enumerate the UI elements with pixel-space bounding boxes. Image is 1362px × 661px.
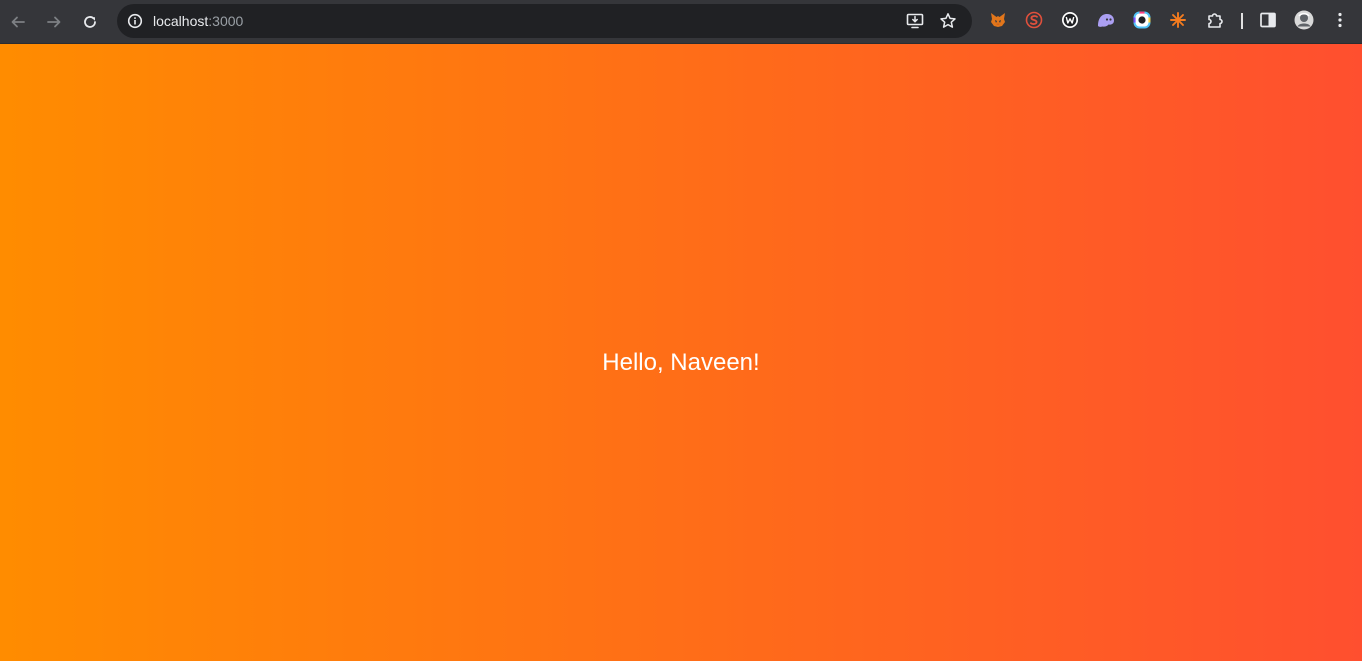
page-content: Hello, Naveen!	[0, 44, 1362, 661]
metamask-fox-icon	[991, 13, 1005, 27]
extensions-button[interactable]	[1205, 10, 1225, 30]
side-panel-icon	[1260, 12, 1276, 28]
color-ring-icon	[1133, 11, 1151, 29]
swirl-extension-button[interactable]	[1024, 10, 1044, 30]
ghost-icon	[1098, 14, 1114, 27]
spark-extension-button[interactable]	[1168, 10, 1188, 30]
swirl-s-icon	[1025, 11, 1043, 29]
browser-toolbar: localhost:3000	[0, 0, 1362, 44]
forward-button[interactable]	[38, 6, 70, 38]
address-bar[interactable]: localhost:3000	[117, 4, 972, 38]
side-panel-button[interactable]	[1258, 10, 1278, 30]
toolbar-divider	[1241, 13, 1243, 29]
info-icon	[127, 13, 143, 29]
metamask-extension-button[interactable]	[988, 10, 1008, 30]
star-icon	[940, 13, 956, 28]
browser-menu-button[interactable]	[1330, 10, 1350, 30]
puzzle-icon	[1208, 13, 1223, 28]
profile-button[interactable]	[1294, 10, 1314, 30]
greeting-text: Hello, Naveen!	[602, 349, 760, 376]
url-host: localhost	[153, 13, 209, 29]
reload-button[interactable]	[74, 6, 106, 38]
kebab-menu-icon	[1338, 12, 1342, 28]
install-app-icon	[906, 13, 924, 29]
url-port: :3000	[208, 13, 244, 29]
address-url[interactable]: localhost:3000	[153, 13, 243, 29]
avatar	[1294, 10, 1314, 30]
arrow-left-icon	[11, 16, 25, 28]
color-ring-extension-button[interactable]	[1132, 10, 1152, 30]
install-app-button[interactable]	[903, 9, 927, 33]
back-button[interactable]	[2, 6, 34, 38]
w-extension-button[interactable]	[1060, 10, 1080, 30]
reload-icon	[84, 16, 96, 28]
bookmark-button[interactable]	[936, 9, 960, 33]
browser-window: localhost:3000 Hello, Naveen!	[0, 0, 1362, 661]
site-info-button[interactable]	[123, 9, 147, 33]
w-circle-icon	[1062, 12, 1078, 28]
arrow-right-icon	[47, 16, 61, 28]
ghost-extension-button[interactable]	[1096, 10, 1116, 30]
spark-icon	[1170, 12, 1186, 28]
